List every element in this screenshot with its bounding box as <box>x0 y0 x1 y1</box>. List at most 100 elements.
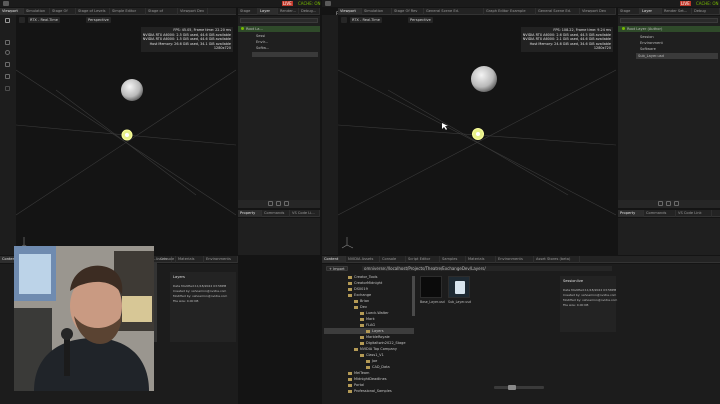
layer-row-root[interactable]: Root La... <box>238 26 320 32</box>
tab-layer[interactable]: Layer <box>640 8 662 15</box>
tab-materials[interactable]: Materials <box>466 256 496 263</box>
tree-scrollbar[interactable] <box>412 276 415 316</box>
tab-debug[interactable]: Debug... <box>299 8 320 15</box>
tab-stage-of-levels[interactable]: Stage of Levels <box>76 8 110 15</box>
tab-property[interactable]: Property <box>238 210 262 217</box>
move-tool-icon[interactable] <box>5 40 10 45</box>
layer-row-selected[interactable] <box>252 52 318 57</box>
light-icon[interactable] <box>472 128 484 140</box>
tab-render-settings[interactable]: Render Set... <box>662 8 692 15</box>
layer-row-software[interactable]: Softw... <box>256 45 269 51</box>
tab-console[interactable]: Console <box>380 256 406 263</box>
tab-vscode[interactable]: VS Code Li... <box>290 210 320 217</box>
layer-visible-icon[interactable] <box>622 27 625 30</box>
tab-graph-editor[interactable]: Graph Editor Example <box>484 8 536 15</box>
insert-layer-icon[interactable] <box>666 201 671 206</box>
add-layer-icon[interactable] <box>268 201 273 206</box>
app-logo-icon <box>3 1 9 6</box>
tree-item[interactable]: CAD_Data <box>366 364 390 370</box>
right-tool-strip <box>322 15 338 255</box>
tab-render[interactable]: Render... <box>278 8 299 15</box>
rotate-tool-icon[interactable] <box>5 50 10 55</box>
tab-stage-of-rev[interactable]: Stage Of Rev <box>392 8 424 15</box>
left-viewport[interactable]: RTX - Real-Time Perspective FPS: 45.05, … <box>16 15 236 255</box>
tab-simulation[interactable]: Simulation <box>362 8 392 15</box>
tab-viewport[interactable]: Viewport <box>338 8 362 15</box>
path-field[interactable]: omniverse://localhost/Projects/Theatre/E… <box>362 266 612 271</box>
left-scrollbar[interactable] <box>154 262 157 342</box>
tab-debug-settings[interactable]: Debug Sett... <box>692 8 720 20</box>
layer-row-sublayer[interactable]: Sub_Layer.usd <box>636 53 718 59</box>
tab-viewport-dev[interactable]: Viewport Dev <box>580 8 616 15</box>
tree-item[interactable]: Professional_Samples <box>348 388 392 394</box>
right-viewport[interactable]: RTX - Real-Time Perspective FPS: 108.22,… <box>338 15 616 255</box>
tab-property[interactable]: Property <box>618 210 644 217</box>
sphere-object[interactable] <box>471 66 497 92</box>
tab-scene-editor[interactable]: General Scene Ed. <box>536 8 580 15</box>
search-input[interactable] <box>240 18 318 23</box>
layer-row-software[interactable]: Software <box>640 46 656 52</box>
left-property-panel <box>238 218 320 255</box>
add-layer-icon[interactable] <box>658 201 663 206</box>
file-name: Sessionlive <box>563 279 584 283</box>
light-icon[interactable] <box>121 129 133 141</box>
select-tool-icon[interactable] <box>5 18 10 23</box>
cache-label: CACHE: ON <box>298 1 321 6</box>
right-file-info: Sessionlive Date Modified:11/18/2022 03:… <box>560 276 617 332</box>
file-size: File size: 0.00 KB <box>173 299 199 303</box>
tab-stage[interactable]: Stage <box>238 8 258 15</box>
right-layer-panel: Root Layer (Author) Session Environment … <box>618 16 720 206</box>
layer-row-root[interactable]: Root Layer (Author) <box>618 26 720 32</box>
tab-materials[interactable]: Materials <box>176 256 204 263</box>
insert-layer-icon[interactable] <box>276 201 281 206</box>
zoom-slider-thumb[interactable] <box>508 385 516 390</box>
left-layer-panel: Root La... Sessi Envir... Softw... <box>238 16 320 206</box>
remove-layer-icon[interactable] <box>284 201 289 206</box>
remove-layer-icon[interactable] <box>674 201 679 206</box>
zoom-slider[interactable] <box>494 385 544 390</box>
tab-simulation[interactable]: Simulation <box>24 8 50 15</box>
file-tile[interactable]: Base_Layer.usd <box>420 276 445 310</box>
tab-stage-of-rev[interactable]: Stage Of Rev <box>50 8 76 20</box>
tab-commands[interactable]: Commands <box>262 210 290 217</box>
axis-gizmo-icon <box>341 237 354 249</box>
left-stage-tabbar: Stage Layer Render... Debug... <box>238 8 320 15</box>
viewport-stats: FPS: 45.05, Frame time: 22.20 ms NVIDIA … <box>140 27 233 52</box>
play-icon[interactable] <box>5 86 10 91</box>
tab-console[interactable]: Console <box>158 256 176 263</box>
right-menubar: File Edit Create Window Replicator Omniv… <box>322 0 720 16</box>
right-viewport-tabbar: Viewport Simulation Stage Of Rev General… <box>338 8 616 20</box>
tab-environments[interactable]: Environments <box>496 256 534 263</box>
live-badge[interactable]: LIVE <box>282 1 293 6</box>
left-tool-strip <box>0 15 16 255</box>
tab-viewport[interactable]: Viewport <box>0 8 24 15</box>
layer-visible-icon[interactable] <box>241 27 244 30</box>
file-thumbnail <box>420 276 442 298</box>
left-file-info: Layers Date Modified:11/18/2022 03:58PM … <box>170 272 236 342</box>
file-thumbnail <box>448 276 470 298</box>
import-button[interactable]: + Import <box>326 266 348 271</box>
viewport-stats: FPS: 108.22, Frame time: 9.24 ms NVIDIA … <box>520 27 613 52</box>
snap-tool-icon[interactable] <box>5 74 10 79</box>
tab-simple-editor[interactable]: Simple Editor Stage <box>110 8 146 20</box>
tab-asset-stores[interactable]: Asset Stores (beta) <box>534 256 580 263</box>
tab-stage-of-levels-2[interactable]: Stage of Levels <box>146 8 178 20</box>
search-input[interactable] <box>620 18 718 23</box>
tab-samples[interactable]: Samples <box>440 256 466 263</box>
tab-nvidia-assets[interactable]: NVIDIA Assets <box>346 256 380 263</box>
file-tile[interactable]: Sub_Layer.usd <box>448 276 472 310</box>
tab-content[interactable]: Content <box>322 256 346 263</box>
tab-environments[interactable]: Environments <box>204 256 238 263</box>
tab-viewport-dev[interactable]: Viewport Dev <box>178 8 208 15</box>
tab-layer[interactable]: Layer <box>258 8 278 15</box>
sphere-object[interactable] <box>121 79 143 101</box>
tab-vscode[interactable]: VS Code Link <box>676 210 712 217</box>
webcam-overlay <box>14 246 154 391</box>
tab-stage[interactable]: Stage <box>618 8 640 15</box>
tab-scene-docs[interactable]: General Scene Ed. Documentation <box>424 8 484 20</box>
live-badge[interactable]: LIVE <box>680 1 691 6</box>
right-property-panel <box>618 218 720 255</box>
tab-script-editor[interactable]: Script Editor <box>406 256 440 263</box>
scale-tool-icon[interactable] <box>5 62 10 67</box>
tab-commands[interactable]: Commands <box>644 210 676 217</box>
